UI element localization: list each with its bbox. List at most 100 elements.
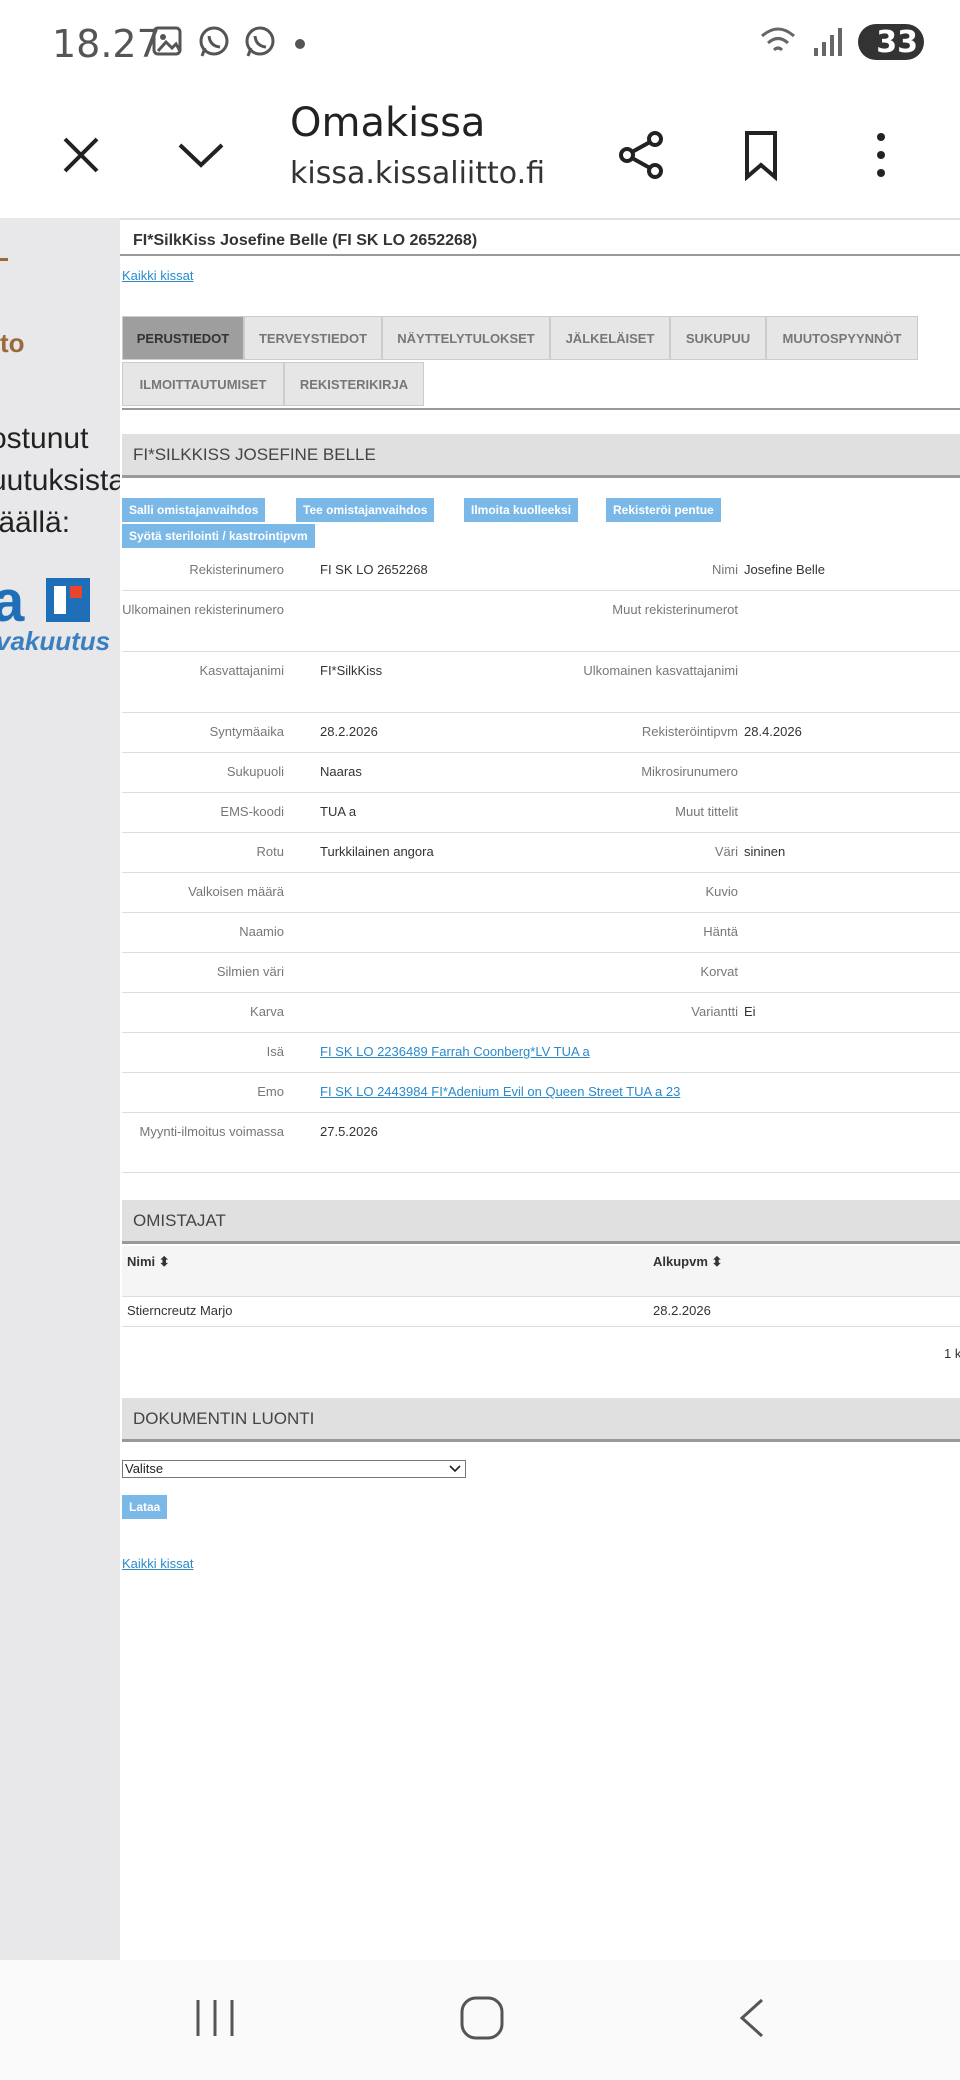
system-nav-bar bbox=[0, 1960, 960, 2080]
father-link[interactable]: FI SK LO 2236489 Farrah Coonberg*LV TUA … bbox=[320, 1044, 590, 1059]
field-label: Isä bbox=[266, 1044, 284, 1059]
sort-icon: ⬍ bbox=[158, 1254, 170, 1269]
column-label: Alkupvm bbox=[653, 1254, 708, 1269]
column-header-name[interactable]: Nimi ⬍ bbox=[127, 1254, 170, 1270]
tab-rekisterikirja[interactable]: REKISTERIKIRJA bbox=[284, 362, 424, 406]
ad-banner[interactable]: to ostunut uutuksista? täällä: a vakuutu… bbox=[0, 218, 120, 1960]
column-label: Nimi bbox=[127, 1254, 156, 1269]
url-display[interactable]: kissa.kissaliitto.fi bbox=[290, 156, 545, 191]
field-label: Rekisteröintipvm bbox=[641, 724, 738, 739]
field-label: Sukupuoli bbox=[226, 764, 284, 779]
table-row: Karva Variantti Ei bbox=[122, 992, 960, 1033]
field-label: Emo bbox=[257, 1084, 284, 1099]
ad-text: to bbox=[0, 328, 25, 358]
sort-icon: ⬍ bbox=[711, 1254, 723, 1269]
owner-name: Stierncreutz Marjo bbox=[127, 1303, 233, 1318]
field-value: Josefine Belle bbox=[744, 562, 825, 577]
close-button[interactable] bbox=[46, 120, 116, 190]
table-row: EMS-koodi TUA a Muut tittelit bbox=[122, 792, 960, 833]
field-label: Naamio bbox=[239, 924, 284, 939]
more-vertical-icon bbox=[877, 133, 885, 177]
recent-apps-button[interactable] bbox=[190, 1996, 240, 2045]
bookmark-icon bbox=[745, 131, 777, 181]
gallery-icon bbox=[152, 26, 182, 56]
all-cats-link-bottom[interactable]: Kaikki kissat bbox=[122, 1556, 194, 1571]
section-header-owners: OMISTAJAT bbox=[122, 1200, 960, 1244]
status-bar: 18.27 33 bbox=[0, 0, 960, 90]
field-label: Rotu bbox=[256, 844, 284, 859]
section-header-document: DOKUMENTIN LUONTI bbox=[122, 1398, 960, 1442]
mother-value: FI SK LO 2443984 FI*Adenium Evil on Quee… bbox=[320, 1082, 920, 1102]
field-value: TUA a bbox=[320, 804, 357, 819]
section-header-basic: FI*SILKKISS JOSEFINE BELLE bbox=[122, 434, 960, 478]
table-row: Kasvattajanimi FI*SilkKiss Ulkomainen ka… bbox=[122, 651, 960, 713]
table-row: Sukupuoli Naaras Mikrosirunumero bbox=[122, 752, 960, 793]
table-row: Ulkomainen rekisterinumero Muut rekister… bbox=[122, 590, 960, 652]
wifi-icon bbox=[761, 27, 795, 52]
ad-logo: a bbox=[0, 569, 25, 634]
table-row: Emo FI SK LO 2443984 FI*Adenium Evil on … bbox=[122, 1072, 960, 1113]
column-header-start-date[interactable]: Alkupvm ⬍ bbox=[653, 1254, 722, 1270]
home-button[interactable] bbox=[458, 1994, 506, 2047]
field-value: Ei bbox=[744, 1004, 756, 1019]
tab-terveystiedot[interactable]: TERVEYSTIEDOT bbox=[244, 316, 382, 360]
select-value: Valitse bbox=[125, 1461, 164, 1476]
chevron-down-icon bbox=[449, 1465, 461, 1473]
battery-indicator: 33 bbox=[858, 24, 924, 60]
ad-decoration bbox=[0, 258, 8, 261]
document-select[interactable]: Valitse bbox=[122, 1460, 466, 1478]
make-ownership-change-button[interactable]: Tee omistajanvaihdos bbox=[296, 498, 435, 522]
table-row: Rekisterinumero FI SK LO 2652268 Nimi Jo… bbox=[122, 550, 960, 591]
close-icon bbox=[63, 137, 99, 173]
chevron-down-icon bbox=[178, 143, 224, 168]
tab-sukupuu[interactable]: SUKUPUU bbox=[670, 316, 766, 360]
all-cats-link[interactable]: Kaikki kissat bbox=[122, 268, 194, 283]
page-title-tab: Omakissa bbox=[290, 100, 486, 146]
table-row: Myynti-ilmoitus voimassa 27.5.2026 bbox=[122, 1112, 960, 1173]
back-button[interactable] bbox=[732, 1996, 772, 2045]
whatsapp-icon bbox=[245, 26, 275, 57]
field-label: Myynti-ilmoitus voimassa bbox=[139, 1124, 284, 1139]
report-deceased-button[interactable]: Ilmoita kuolleeksi bbox=[464, 498, 579, 522]
field-label: Muut tittelit bbox=[675, 804, 738, 819]
tab-jalkelaiset[interactable]: JÄLKELÄISET bbox=[550, 316, 670, 360]
field-label: Kuvio bbox=[705, 884, 738, 899]
ad-text: ostunut uutuksista? täällä: bbox=[0, 418, 120, 544]
share-button[interactable] bbox=[606, 120, 676, 190]
tab-muutospyynnot[interactable]: MUUTOSPYYNNÖT bbox=[766, 316, 918, 360]
status-time: 18.27 bbox=[52, 22, 161, 66]
download-button[interactable]: Lataa bbox=[122, 1495, 168, 1519]
table-row: Valkoisen määrä Kuvio bbox=[122, 872, 960, 913]
field-label: Variantti bbox=[691, 1004, 738, 1019]
field-label: Väri bbox=[714, 844, 738, 859]
tab-perustiedot[interactable]: PERUSTIEDOT bbox=[122, 316, 244, 360]
tab-nayttelytulokset[interactable]: NÄYTTELYTULOKSET bbox=[382, 316, 550, 360]
recent-apps-icon bbox=[196, 2000, 234, 2036]
table-row: Silmien väri Korvat bbox=[122, 952, 960, 993]
bookmark-button[interactable] bbox=[726, 120, 796, 190]
divider bbox=[120, 254, 960, 256]
table-row: Isä FI SK LO 2236489 Farrah Coonberg*LV … bbox=[122, 1032, 960, 1073]
back-icon bbox=[739, 1998, 764, 2038]
field-value: FI SK LO 2652268 bbox=[320, 562, 428, 577]
system-icons: 33 bbox=[758, 24, 924, 60]
field-label: Häntä bbox=[703, 924, 738, 939]
owners-table-header: Nimi ⬍ Alkupvm ⬍ bbox=[122, 1246, 960, 1297]
main-content: FI*SilkKiss Josefine Belle (FI SK LO 265… bbox=[120, 218, 960, 1960]
field-value: Naaras bbox=[320, 764, 362, 779]
register-litter-button[interactable]: Rekisteröi pentue bbox=[606, 498, 721, 522]
ad-brand: vakuutus bbox=[0, 626, 111, 656]
father-value: FI SK LO 2236489 Farrah Coonberg*LV TUA … bbox=[320, 1042, 920, 1062]
pager-info: 1 k bbox=[944, 1346, 960, 1361]
ad-line: uutuksista? bbox=[0, 464, 120, 497]
more-options-button[interactable] bbox=[846, 120, 916, 190]
signal-icon bbox=[814, 28, 842, 56]
mother-link[interactable]: FI SK LO 2443984 FI*Adenium Evil on Quee… bbox=[320, 1084, 680, 1099]
browser-toolbar: Omakissa kissa.kissaliitto.fi bbox=[0, 92, 960, 220]
tab-ilmoittautumiset[interactable]: ILMOITTAUTUMISET bbox=[122, 362, 284, 406]
enter-neuter-date-button[interactable]: Syötä sterilointi / kastrointipvm bbox=[122, 524, 315, 548]
table-row: Stierncreutz Marjo 28.2.2026 bbox=[122, 1296, 960, 1327]
collapse-button[interactable] bbox=[166, 120, 236, 190]
allow-ownership-change-button[interactable]: Salli omistajanvaihdos bbox=[122, 498, 266, 522]
field-value: Turkkilainen angora bbox=[320, 844, 434, 859]
